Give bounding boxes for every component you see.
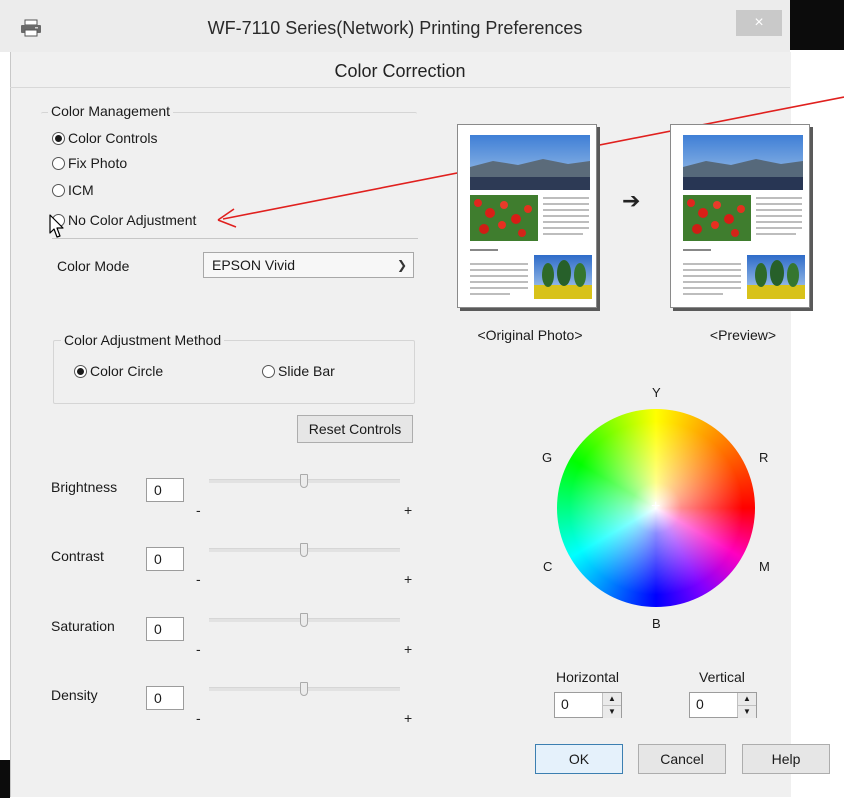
plus-sign: + (404, 710, 413, 726)
slider-thumb[interactable] (300, 613, 308, 627)
reset-controls-button[interactable]: Reset Controls (297, 415, 413, 443)
minus-sign: - (196, 641, 201, 657)
vertical-spinner[interactable]: 0 ▲ ▼ (689, 692, 757, 718)
horizontal-value: 0 (561, 696, 569, 712)
radio-label: Color Circle (90, 363, 164, 379)
slider-brightness: Brightness 0 - + (50, 470, 420, 520)
density-input[interactable]: 0 (146, 686, 184, 710)
slider-label: Density (51, 687, 98, 703)
contrast-input[interactable]: 0 (146, 547, 184, 571)
radio-color-circle[interactable]: Color Circle (74, 363, 163, 379)
horizontal-spinner[interactable]: 0 ▲ ▼ (554, 692, 622, 718)
radio-slide-bar[interactable]: Slide Bar (262, 363, 335, 379)
crosshair-icon[interactable]: + (651, 498, 660, 516)
spin-up-icon[interactable]: ▲ (603, 693, 621, 706)
adjustment-method-label: Color Adjustment Method (61, 332, 225, 348)
label-b: B (652, 616, 661, 631)
plus-sign: + (404, 641, 413, 657)
preview-label: <Preview> (709, 327, 777, 343)
minus-sign: - (196, 710, 201, 726)
slider-contrast: Contrast 0 - + (50, 539, 420, 589)
ok-button[interactable]: OK (535, 744, 623, 774)
preview-image (670, 124, 810, 308)
cancel-button[interactable]: Cancel (638, 744, 726, 774)
plus-sign: + (404, 502, 413, 518)
label-m: M (759, 559, 770, 574)
slider-density: Density 0 - + (50, 678, 420, 728)
radio-label: Slide Bar (278, 363, 335, 379)
horizontal-label: Horizontal (556, 669, 620, 685)
spinner-buttons: ▲ ▼ (602, 693, 621, 718)
color-mode-select[interactable]: EPSON Vivid ❯ (203, 252, 414, 278)
spinner-buttons: ▲ ▼ (737, 693, 756, 718)
label-y: Y (652, 385, 661, 400)
original-photo-label: <Original Photo> (477, 327, 583, 343)
saturation-input[interactable]: 0 (146, 617, 184, 641)
chevron-down-icon: ❯ (396, 258, 407, 272)
slider-thumb[interactable] (300, 543, 308, 557)
slider-thumb[interactable] (300, 682, 308, 696)
slider-label: Saturation (51, 618, 115, 634)
radio-button[interactable] (262, 364, 275, 378)
spin-up-icon[interactable]: ▲ (738, 693, 756, 706)
plus-sign: + (404, 571, 413, 587)
label-g: G (542, 450, 553, 465)
help-button[interactable]: Help (742, 744, 830, 774)
label-r: R (759, 450, 769, 465)
spin-down-icon[interactable]: ▼ (603, 706, 621, 718)
brightness-input[interactable]: 0 (146, 478, 184, 502)
color-mode-value: EPSON Vivid (212, 257, 295, 273)
radio-button[interactable] (74, 364, 87, 378)
vertical-label: Vertical (699, 669, 745, 685)
minus-sign: - (196, 571, 201, 587)
vertical-value: 0 (696, 696, 704, 712)
color-mode-label: Color Mode (57, 258, 130, 274)
spin-down-icon[interactable]: ▼ (738, 706, 756, 718)
arrow-right-icon: ➔ (622, 188, 641, 213)
slider-label: Brightness (51, 479, 118, 495)
slider-saturation: Saturation 0 - + (50, 609, 420, 659)
label-c: C (543, 559, 553, 574)
slider-label: Contrast (51, 548, 104, 564)
original-photo-image (457, 124, 597, 308)
slider-thumb[interactable] (300, 474, 308, 488)
minus-sign: - (196, 502, 201, 518)
